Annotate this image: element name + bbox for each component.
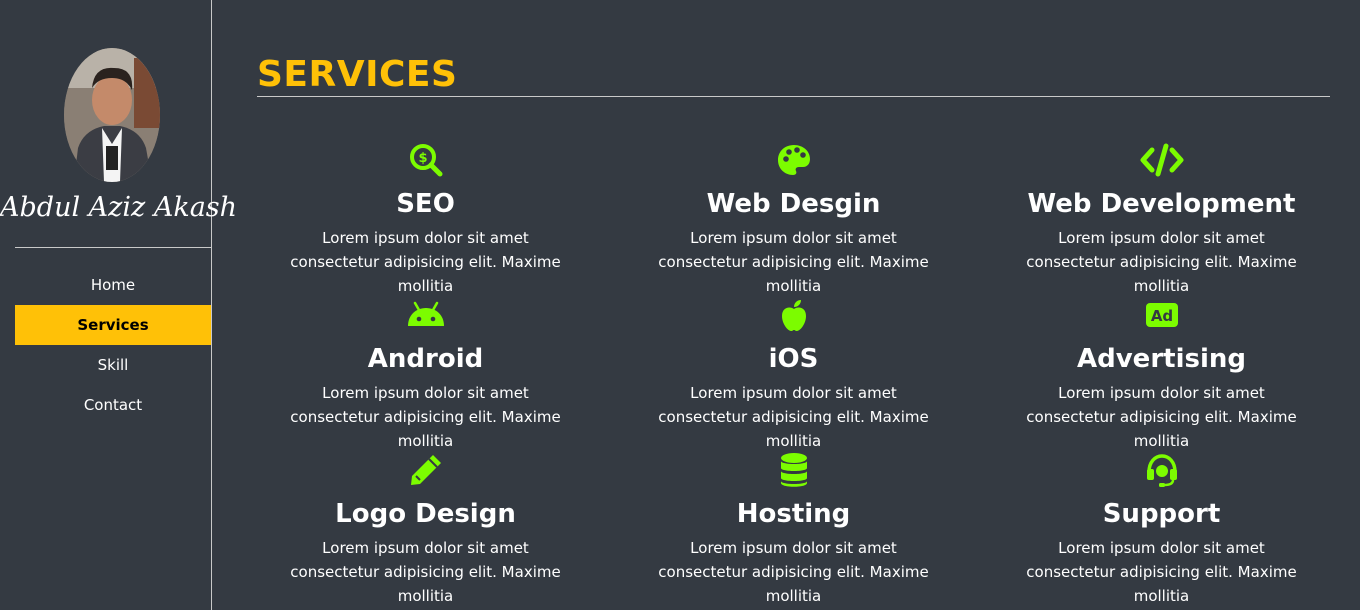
svg-text:$: $ <box>418 151 427 166</box>
service-description: Lorem ipsum dolor sit amet consectetur a… <box>658 539 929 605</box>
service-description: Lorem ipsum dolor sit amet consectetur a… <box>658 229 929 295</box>
sidebar: Abdul Aziz Akash Home Services Skill Con… <box>0 0 237 610</box>
service-description: Lorem ipsum dolor sit amet consectetur a… <box>658 384 929 450</box>
code-icon <box>983 140 1340 180</box>
service-card-ios: iOS Lorem ipsum dolor sit amet consectet… <box>615 295 972 453</box>
pencil-icon <box>247 450 604 490</box>
palette-icon <box>615 140 972 180</box>
nav-item-services[interactable]: Services <box>15 305 211 345</box>
ad-icon: Ad <box>983 295 1340 335</box>
brand-name: Abdul Aziz Akash <box>0 192 238 223</box>
service-title: Web Development <box>1027 189 1296 219</box>
service-card-android: Android Lorem ipsum dolor sit amet conse… <box>247 295 604 453</box>
main-content: SERVICES $ SEO Lorem ipsum dolor sit ame… <box>257 0 1330 610</box>
service-title: Support <box>1102 499 1221 529</box>
service-card-support: Support Lorem ipsum dolor sit amet conse… <box>983 450 1340 608</box>
service-description: Lorem ipsum dolor sit amet consectetur a… <box>290 384 561 450</box>
android-icon <box>247 295 604 335</box>
apple-icon <box>615 295 972 335</box>
service-card-web-design: Web Desgin Lorem ipsum dolor sit amet co… <box>615 140 972 298</box>
service-title: SEO <box>396 189 455 219</box>
page-title: SERVICES <box>257 54 458 95</box>
service-description: Lorem ipsum dolor sit amet consectetur a… <box>1026 539 1297 605</box>
service-title: Hosting <box>736 499 851 529</box>
service-card-logo-design: Logo Design Lorem ipsum dolor sit amet c… <box>247 450 604 608</box>
title-divider <box>257 96 1330 97</box>
sidebar-nav: Home Services Skill Contact <box>15 265 211 425</box>
service-description: Lorem ipsum dolor sit amet consectetur a… <box>1026 384 1297 450</box>
service-title: Web Desgin <box>706 189 881 219</box>
service-title: iOS <box>768 344 819 374</box>
nav-item-skill[interactable]: Skill <box>15 345 211 385</box>
headset-icon <box>983 450 1340 490</box>
seo-search-dollar-icon: $ <box>247 140 604 180</box>
service-card-seo: $ SEO Lorem ipsum dolor sit amet consect… <box>247 140 604 298</box>
nav-item-contact[interactable]: Contact <box>15 385 211 425</box>
service-description: Lorem ipsum dolor sit amet consectetur a… <box>290 539 561 605</box>
service-card-advertising: Ad Advertising Lorem ipsum dolor sit ame… <box>983 295 1340 453</box>
service-description: Lorem ipsum dolor sit amet consectetur a… <box>1026 229 1297 295</box>
database-icon <box>615 450 972 490</box>
avatar <box>64 48 160 182</box>
service-card-web-development: Web Development Lorem ipsum dolor sit am… <box>983 140 1340 298</box>
sidebar-divider <box>15 247 212 248</box>
ad-icon-label: Ad <box>1150 307 1172 325</box>
service-title: Advertising <box>1077 344 1246 374</box>
nav-item-home[interactable]: Home <box>15 265 211 305</box>
app: Abdul Aziz Akash Home Services Skill Con… <box>0 0 1360 610</box>
service-title: Logo Design <box>335 499 516 529</box>
service-title: Android <box>367 344 484 374</box>
service-description: Lorem ipsum dolor sit amet consectetur a… <box>290 229 561 295</box>
service-card-hosting: Hosting Lorem ipsum dolor sit amet conse… <box>615 450 972 608</box>
